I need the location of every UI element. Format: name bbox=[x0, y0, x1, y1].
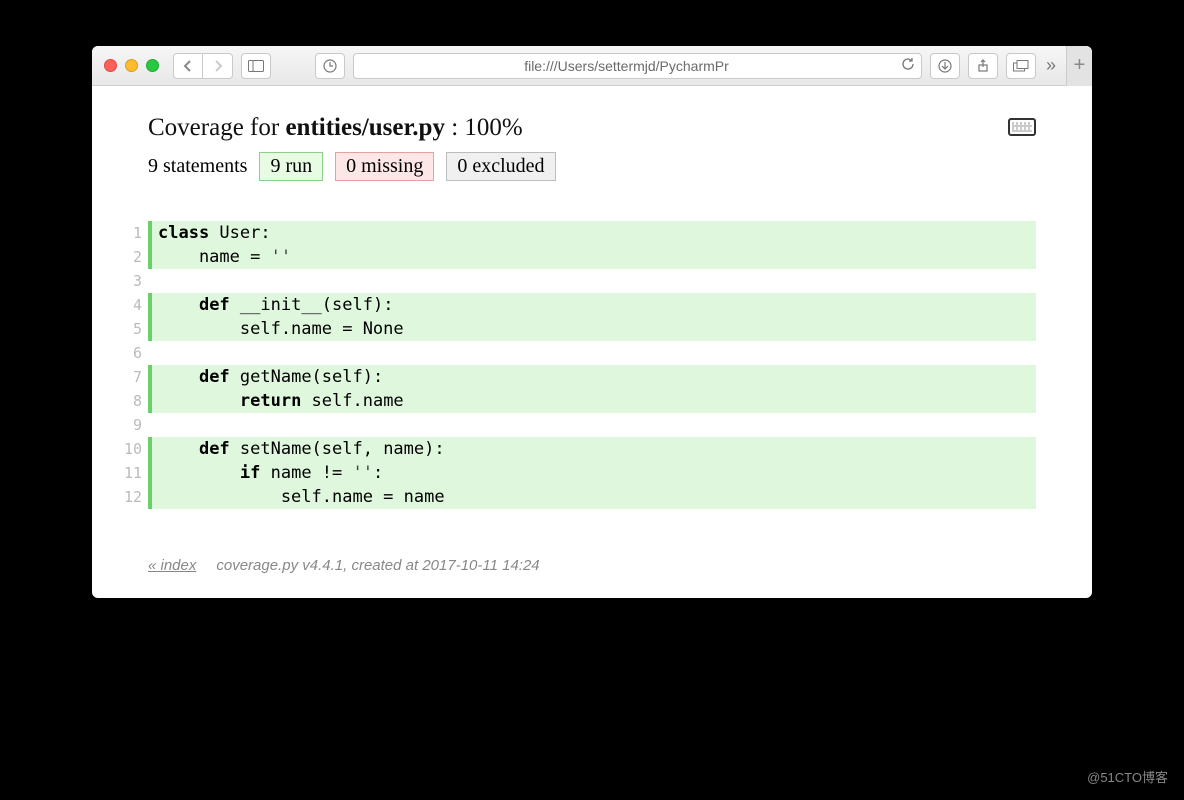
title-suffix: : 100% bbox=[445, 114, 523, 141]
page-content: Coverage for entities/user.py : 100% 9 s… bbox=[92, 86, 1092, 598]
page-title: Coverage for entities/user.py : 100% bbox=[148, 114, 523, 142]
code-line: 3 bbox=[112, 269, 1036, 293]
line-number: 5 bbox=[112, 317, 148, 341]
title-prefix: Coverage for bbox=[148, 114, 285, 141]
watermark: @51CTO博客 bbox=[1087, 767, 1168, 786]
code-line: 8 return self.name bbox=[112, 389, 1036, 413]
keyboard-icon[interactable] bbox=[1008, 118, 1036, 136]
line-number: 10 bbox=[112, 437, 148, 461]
source-text bbox=[152, 413, 1036, 437]
new-tab-button[interactable]: + bbox=[1066, 46, 1092, 86]
minimize-icon[interactable] bbox=[125, 59, 138, 72]
line-number: 4 bbox=[112, 293, 148, 317]
reload-icon[interactable] bbox=[901, 57, 915, 74]
address-text: file:///Users/settermjd/PycharmPr bbox=[524, 58, 729, 74]
back-button[interactable] bbox=[173, 53, 203, 79]
share-button[interactable] bbox=[968, 53, 998, 79]
downloads-button[interactable] bbox=[930, 53, 960, 79]
title-file: entities/user.py bbox=[285, 114, 445, 141]
code-line: 12 self.name = name bbox=[112, 485, 1036, 509]
line-number: 3 bbox=[112, 269, 148, 293]
source-text: def getName(self): bbox=[152, 365, 1036, 389]
forward-button[interactable] bbox=[203, 53, 233, 79]
nav-buttons bbox=[173, 53, 233, 79]
source-text: class User: bbox=[152, 221, 1036, 245]
address-bar[interactable]: file:///Users/settermjd/PycharmPr bbox=[353, 53, 922, 79]
code-line: 11 if name != '': bbox=[112, 461, 1036, 485]
source-text bbox=[152, 269, 1036, 293]
line-number: 6 bbox=[112, 341, 148, 365]
line-number: 9 bbox=[112, 413, 148, 437]
source-text: self.name = name bbox=[152, 485, 1036, 509]
source-text: if name != '': bbox=[152, 461, 1036, 485]
history-button[interactable] bbox=[315, 53, 345, 79]
overflow-button[interactable]: » bbox=[1044, 55, 1058, 76]
line-number: 12 bbox=[112, 485, 148, 509]
run-badge[interactable]: 9 run bbox=[259, 152, 323, 181]
source-code: 1class User:2 name = ''34 def __init__(s… bbox=[112, 221, 1036, 509]
code-line: 4 def __init__(self): bbox=[112, 293, 1036, 317]
line-number: 7 bbox=[112, 365, 148, 389]
browser-window: file:///Users/settermjd/PycharmPr » + Co… bbox=[92, 46, 1092, 598]
code-line: 10 def setName(self, name): bbox=[112, 437, 1036, 461]
code-line: 6 bbox=[112, 341, 1036, 365]
missing-badge[interactable]: 0 missing bbox=[335, 152, 434, 181]
footer-meta: coverage.py v4.4.1, created at 2017-10-1… bbox=[216, 557, 539, 574]
source-text: return self.name bbox=[152, 389, 1036, 413]
line-number: 11 bbox=[112, 461, 148, 485]
zoom-icon[interactable] bbox=[146, 59, 159, 72]
index-link[interactable]: « index bbox=[148, 557, 196, 574]
code-line: 5 self.name = None bbox=[112, 317, 1036, 341]
sidebar-button[interactable] bbox=[241, 53, 271, 79]
source-text bbox=[152, 341, 1036, 365]
source-text: def __init__(self): bbox=[152, 293, 1036, 317]
excluded-badge[interactable]: 0 excluded bbox=[446, 152, 555, 181]
source-text: self.name = None bbox=[152, 317, 1036, 341]
close-icon[interactable] bbox=[104, 59, 117, 72]
source-text: name = '' bbox=[152, 245, 1036, 269]
code-line: 1class User: bbox=[112, 221, 1036, 245]
code-line: 7 def getName(self): bbox=[112, 365, 1036, 389]
code-line: 2 name = '' bbox=[112, 245, 1036, 269]
line-number: 2 bbox=[112, 245, 148, 269]
source-text: def setName(self, name): bbox=[152, 437, 1036, 461]
tabs-button[interactable] bbox=[1006, 53, 1036, 79]
page-footer: « index coverage.py v4.4.1, created at 2… bbox=[148, 557, 1036, 574]
code-line: 9 bbox=[112, 413, 1036, 437]
line-number: 1 bbox=[112, 221, 148, 245]
titlebar: file:///Users/settermjd/PycharmPr » + bbox=[92, 46, 1092, 86]
statements-count: 9 statements bbox=[148, 155, 247, 178]
coverage-stats: 9 statements 9 run 0 missing 0 excluded bbox=[148, 152, 1036, 181]
window-controls bbox=[104, 59, 159, 72]
line-number: 8 bbox=[112, 389, 148, 413]
